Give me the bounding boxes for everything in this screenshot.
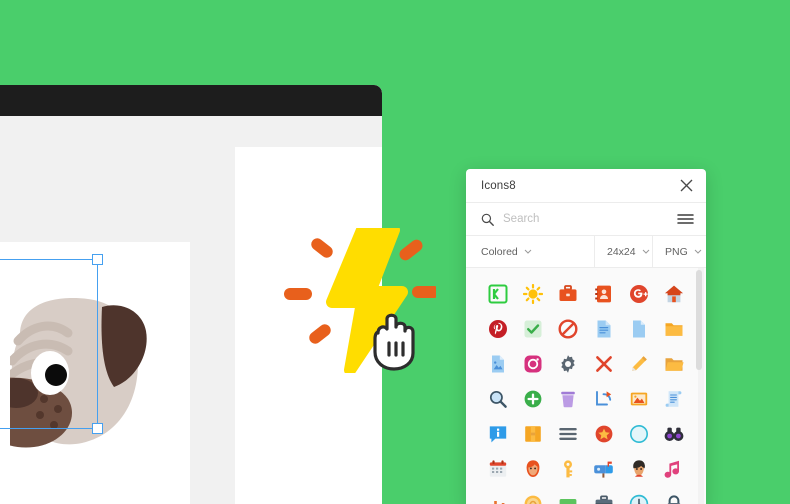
chevron-down-icon <box>694 249 702 254</box>
boy-avatar-icon[interactable] <box>629 459 649 479</box>
sun-icon[interactable] <box>522 283 543 304</box>
coin-icon[interactable] <box>523 494 543 504</box>
filter-format-dropdown[interactable]: PNG <box>653 236 706 267</box>
grab-hand-cursor <box>370 313 418 371</box>
selection-handle-top-right[interactable] <box>92 254 103 265</box>
search-icon <box>481 213 494 226</box>
chevron-down-icon <box>524 249 532 254</box>
filter-style-value: Colored <box>481 245 518 258</box>
box-icon[interactable] <box>523 424 543 444</box>
scrollbar-thumb[interactable] <box>696 270 702 370</box>
binoculars-icon[interactable] <box>664 424 684 444</box>
search-bar[interactable] <box>466 203 706 236</box>
key-icon[interactable] <box>558 459 578 479</box>
pinterest-icon[interactable] <box>488 319 508 339</box>
scroll-doc-icon[interactable] <box>664 389 684 409</box>
picture-icon[interactable] <box>629 389 649 409</box>
filter-size-dropdown[interactable]: 24x24 <box>595 236 653 267</box>
filter-style-dropdown[interactable]: Colored <box>466 236 595 267</box>
selection-bounding-box[interactable] <box>0 254 103 434</box>
bar-chart-icon[interactable] <box>488 494 508 504</box>
icon-grid <box>466 268 706 504</box>
panel-title: Icons8 <box>481 179 516 192</box>
menu-lines-icon[interactable] <box>558 424 578 444</box>
lock-icon[interactable] <box>664 494 684 504</box>
panel-header: Icons8 <box>466 169 706 203</box>
mailbox-icon[interactable] <box>593 459 614 479</box>
music-note-icon[interactable] <box>664 459 684 479</box>
selection-handle-bottom-right[interactable] <box>92 423 103 434</box>
magnifier-icon[interactable] <box>488 389 508 409</box>
filter-row: Colored 24x24 PNG <box>466 236 706 268</box>
search-input[interactable] <box>503 213 669 225</box>
filter-format-value: PNG <box>665 245 688 258</box>
icons8-panel[interactable]: Icons8 Search Colored 24x24 PNG <box>466 169 706 504</box>
screen: Icons8 Search Colored 24x24 PNG <box>0 0 790 504</box>
suitcase-icon[interactable] <box>594 494 614 504</box>
google-plus-icon[interactable] <box>629 284 649 304</box>
icon-grid-scroll-area[interactable] <box>466 268 706 504</box>
pencil-icon[interactable] <box>629 354 649 374</box>
share-arrow-icon[interactable] <box>594 389 614 409</box>
gear-icon[interactable] <box>558 354 578 374</box>
star-badge-icon[interactable] <box>594 424 614 444</box>
image-file-icon[interactable] <box>488 354 508 374</box>
circle-outline-icon[interactable] <box>629 424 649 444</box>
document-lines-icon[interactable] <box>594 319 614 339</box>
checkmark-icon[interactable] <box>523 319 543 339</box>
close-cross-icon[interactable] <box>594 354 614 374</box>
close-icon[interactable] <box>680 179 693 192</box>
home-icon[interactable] <box>664 284 684 304</box>
open-folder-icon[interactable] <box>664 354 684 374</box>
blank-file-icon[interactable] <box>629 319 649 339</box>
instagram-icon[interactable] <box>523 354 543 374</box>
filter-size-value: 24x24 <box>607 245 636 258</box>
folder-icon[interactable] <box>664 319 684 339</box>
woman-avatar-icon[interactable] <box>523 459 543 479</box>
chevron-down-icon <box>642 249 650 254</box>
kickstarter-icon[interactable] <box>488 284 508 304</box>
green-card-icon[interactable] <box>558 494 578 504</box>
clock-icon[interactable] <box>629 494 649 504</box>
app-titlebar <box>0 85 382 116</box>
info-bubble-icon[interactable] <box>488 424 508 444</box>
briefcase-icon[interactable] <box>558 284 578 304</box>
no-entry-icon[interactable] <box>558 318 578 339</box>
plus-circle-icon[interactable] <box>523 389 543 409</box>
scrollbar-track[interactable] <box>696 268 704 504</box>
hamburger-menu-icon[interactable] <box>677 213 694 225</box>
address-book-icon[interactable] <box>594 284 614 304</box>
calendar-icon[interactable] <box>488 459 508 479</box>
trash-icon[interactable] <box>558 389 578 409</box>
